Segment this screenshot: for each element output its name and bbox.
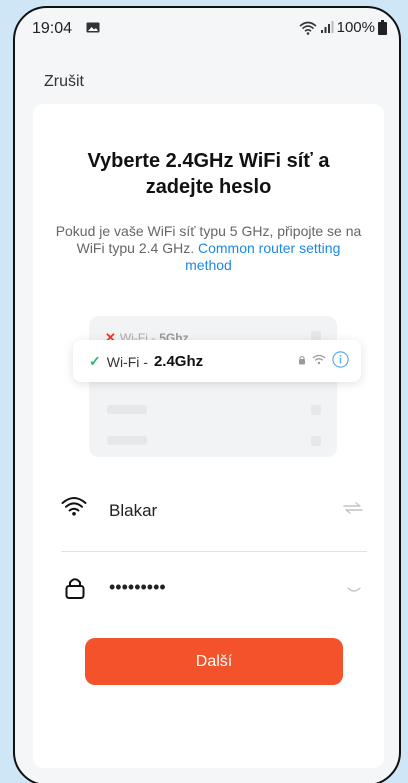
phone-screen: 19:04 100% Zrušit Vyberte 2.4GHz WiFi sí…: [13, 6, 401, 783]
check-icon: ✓: [89, 353, 101, 369]
info-icon: [332, 351, 349, 368]
battery-percentage: 100%: [336, 19, 375, 36]
switch-network-icon[interactable]: [343, 502, 363, 514]
wifi-signal-icon: [299, 21, 317, 35]
placeholder-bar: [107, 405, 147, 414]
wifi-icon: [61, 497, 87, 516]
network-24ghz-band: 2.4Ghz: [153, 353, 204, 370]
placeholder-square: [311, 436, 321, 446]
ssid-field[interactable]: Blakar: [61, 494, 363, 528]
router-setting-link[interactable]: Common router setting method: [185, 240, 340, 273]
content-card: Vyberte 2.4GHz WiFi síť a zadejte heslo …: [33, 104, 384, 768]
eye-closed-icon[interactable]: [347, 586, 361, 594]
cancel-button[interactable]: Zrušit: [44, 73, 84, 91]
wifi-icon: [312, 354, 326, 365]
subtitle: Pokud je vaše WiFi síť typu 5 GHz, připo…: [53, 223, 364, 274]
lock-icon: [65, 578, 85, 599]
next-button[interactable]: Další: [85, 638, 343, 685]
status-right: 100%: [299, 19, 387, 36]
cell-signal-icon: [320, 21, 334, 33]
wifi-illustration: ✕ Wi-Fi - 5Ghz: [89, 316, 337, 457]
network-24ghz-row: ✓ Wi-Fi - 2.4Ghz: [73, 340, 361, 382]
placeholder-bar: [107, 436, 147, 445]
password-field[interactable]: •••••••••: [61, 574, 361, 608]
network-24ghz-icons: [298, 351, 349, 368]
lock-icon: [299, 355, 305, 364]
network-24ghz-prefix: Wi-Fi -: [106, 353, 148, 370]
page-title: Vyberte 2.4GHz WiFi síť a zadejte heslo: [87, 150, 330, 198]
field-divider: [61, 551, 367, 552]
password-value: •••••••••: [109, 577, 166, 597]
network-24ghz-label: ✓ Wi-Fi - 2.4Ghz: [89, 353, 203, 370]
gallery-icon: [86, 22, 100, 33]
ssid-value: Blakar: [109, 501, 158, 520]
status-time: 19:04: [32, 20, 73, 37]
battery-icon: [378, 20, 387, 35]
status-bar: 19:04 100%: [15, 8, 399, 42]
placeholder-square: [311, 405, 321, 415]
